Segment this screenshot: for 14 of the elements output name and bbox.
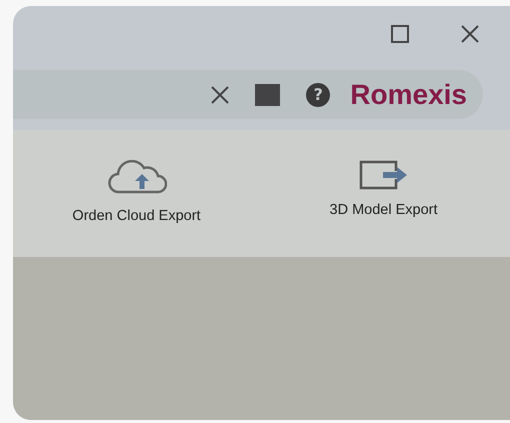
maximize-icon bbox=[390, 24, 410, 44]
help-button[interactable]: ? bbox=[306, 82, 330, 106]
square-icon bbox=[255, 84, 280, 106]
export-button[interactable]: Orden Cloud Export bbox=[13, 130, 260, 257]
close-button[interactable] bbox=[211, 86, 230, 104]
cloud-upload-icon bbox=[106, 160, 166, 196]
close-icon bbox=[460, 24, 480, 44]
export-button[interactable]: 3D Model Export bbox=[260, 130, 507, 257]
maximize-button[interactable] bbox=[390, 24, 410, 44]
close-button[interactable] bbox=[460, 24, 480, 44]
stop-button[interactable] bbox=[255, 84, 280, 106]
brand-logo: Romexis bbox=[350, 78, 467, 112]
close-icon bbox=[211, 86, 230, 104]
export-icon bbox=[358, 160, 408, 190]
